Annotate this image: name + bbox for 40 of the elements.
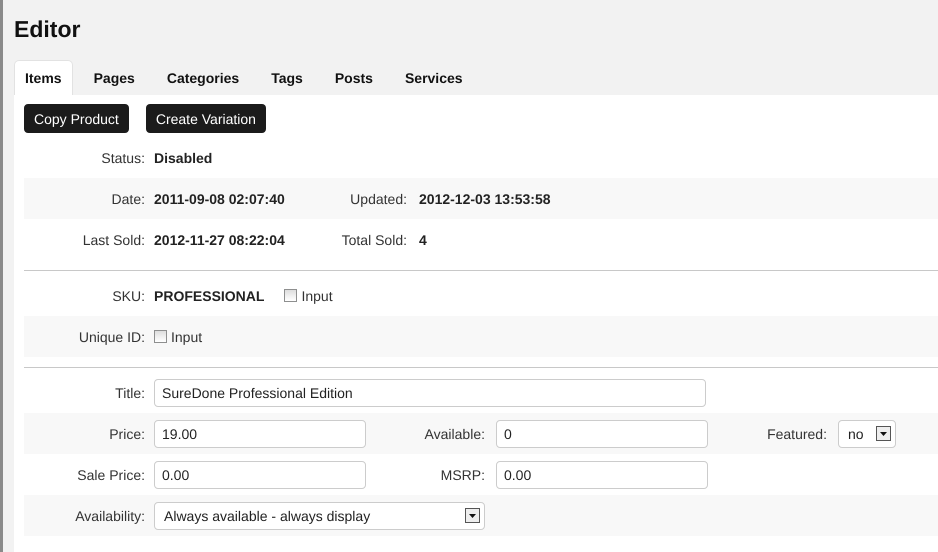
text-field[interactable]: SureDone Professional Edition: [154, 378, 706, 406]
field-label: Updated:: [349, 190, 407, 206]
field-label: Title:: [114, 384, 145, 400]
checkbox[interactable]: [284, 289, 298, 302]
checkbox[interactable]: [154, 330, 167, 343]
tab[interactable]: Items: [14, 60, 73, 95]
text-field[interactable]: 0.00: [496, 460, 708, 488]
field-value: 2011-09-08 02:07:40: [154, 190, 286, 206]
checkbox-label[interactable]: Input: [171, 328, 202, 344]
field-label: Available:: [424, 426, 485, 442]
tab[interactable]: Pages: [82, 60, 146, 95]
field-label: Unique ID:: [78, 328, 145, 344]
field-value: 2012-11-27 08:22:04: [154, 232, 286, 248]
dropdown[interactable]: no: [838, 420, 896, 448]
text-field[interactable]: 0.00: [154, 460, 366, 488]
field-value: Disabled: [154, 150, 214, 166]
field-label: Featured:: [766, 426, 827, 442]
field-label: Status:: [100, 150, 145, 166]
action-button[interactable]: Create Variation: [146, 104, 266, 133]
dropdown[interactable]: Always available - always display: [154, 502, 485, 530]
field-label: MSRP:: [440, 466, 485, 482]
text-field[interactable]: 0: [496, 420, 708, 448]
text-field[interactable]: 19.00: [154, 420, 366, 448]
tab[interactable]: Categories: [156, 60, 250, 95]
tab[interactable]: Tags: [260, 60, 314, 95]
action-button[interactable]: Copy Product: [24, 104, 129, 133]
field-label: Last Sold:: [82, 232, 145, 248]
checkbox-label[interactable]: Input: [301, 288, 333, 304]
field-label: Date:: [110, 190, 145, 206]
field-value: 2012-12-03 13:53:58: [419, 190, 551, 206]
field-label: Price:: [108, 426, 145, 442]
field-label: Sale Price:: [76, 466, 145, 482]
field-label: Availability:: [74, 508, 145, 524]
tab[interactable]: Posts: [324, 60, 384, 95]
page-title: Editor: [13, 15, 82, 44]
field-label: Total Sold:: [340, 232, 407, 248]
field-value: 4: [419, 232, 427, 248]
tab[interactable]: Services: [394, 60, 474, 95]
field-value: PROFESSIONAL: [154, 288, 264, 304]
field-label: SKU:: [111, 288, 145, 304]
